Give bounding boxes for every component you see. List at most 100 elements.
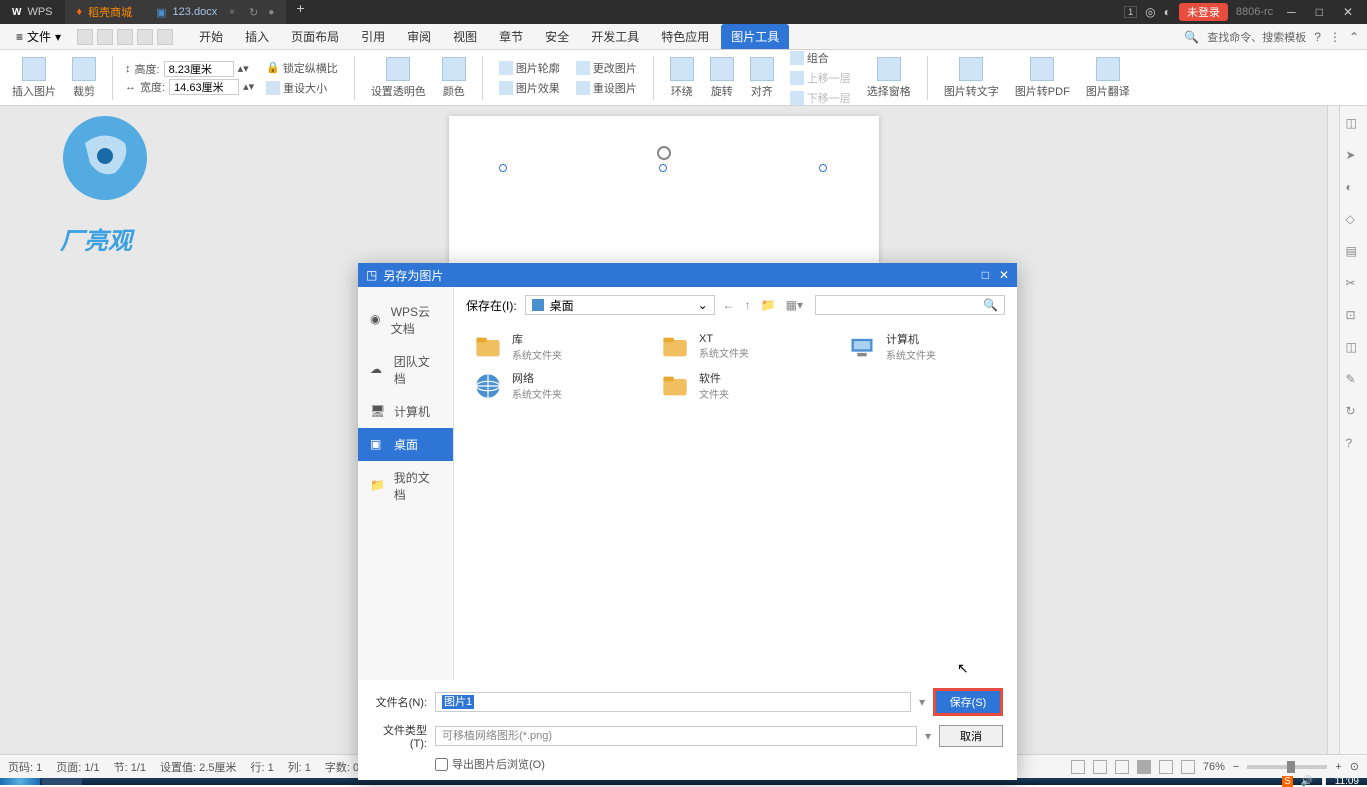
filetype-dropdown-icon[interactable]: ▾ [925,729,931,743]
filename-dropdown-icon[interactable]: ▾ [919,695,925,709]
minimize-icon[interactable]: ─ [1281,5,1302,19]
filetype-dropdown[interactable]: 可移植网络图形(*.png) [435,726,917,746]
rotate-group[interactable]: 旋转 [706,57,738,99]
doc-tab[interactable]: ▣ 123.docx × ↻ ● [144,0,286,24]
layout-icon[interactable] [1137,760,1151,774]
status-page[interactable]: 页码: 1 [8,759,42,775]
web-view-icon[interactable] [1181,760,1195,774]
search-hint[interactable]: 查找命令、搜索模板 [1207,29,1306,45]
folder-software[interactable]: 软件文件夹 [657,368,814,403]
up-icon[interactable]: ↑ [745,298,751,312]
image-icon[interactable]: ◫ [1346,340,1362,356]
rotate-handle[interactable] [657,146,671,160]
tab-layout[interactable]: 页面布局 [281,24,349,49]
daoke-tab[interactable]: ♦ 稻壳商城 [65,0,145,24]
help-icon[interactable]: ? [1314,30,1321,44]
task-pane-icon[interactable]: ◫ [1346,116,1362,132]
view-icon[interactable]: ▦▾ [786,298,803,312]
skin-icon[interactable]: ◐ [1164,5,1171,19]
selection-handle[interactable] [819,164,827,172]
transparency-group[interactable]: 设置透明色 [367,57,430,99]
outline-button[interactable]: 图片轮廓 [495,58,564,78]
tab-add-button[interactable]: + [286,0,314,24]
height-input[interactable] [164,61,234,77]
print-icon[interactable] [97,29,113,45]
badge-icon[interactable]: 1 [1124,6,1137,18]
zoom-level[interactable]: 76% [1203,761,1225,773]
maximize-dialog-icon[interactable]: □ [982,268,989,282]
search-icon[interactable]: 🔍 [1184,30,1199,44]
tab-close-icon[interactable]: × [229,7,235,18]
close-dialog-icon[interactable]: ✕ [999,268,1009,282]
history-icon[interactable]: ↻ [1346,404,1362,420]
select-pane-group[interactable]: 选择窗格 [863,57,915,99]
checkbox-input[interactable] [435,758,448,771]
edit-icon[interactable] [1115,760,1129,774]
clip-icon[interactable]: ✂ [1346,276,1362,292]
tools-icon[interactable]: ✎ [1346,372,1362,388]
outline-view-icon[interactable] [1159,760,1173,774]
close-icon[interactable]: ✕ [1337,5,1359,19]
width-input[interactable] [169,79,239,95]
sidebar-cloud[interactable]: ◉WPS云文档 [358,295,453,345]
effect-button[interactable]: 图片效果 [495,78,564,98]
insert-image-group[interactable]: 插入图片 [8,57,60,99]
outline-icon[interactable]: ▤ [1346,244,1362,260]
selection-handle[interactable] [659,164,667,172]
nav-icon[interactable]: ⊡ [1346,308,1362,324]
move-up-button[interactable]: 上移一层 [786,68,855,88]
filename-input[interactable]: 图片1 [435,692,911,712]
move-down-button[interactable]: 下移一层 [786,88,855,108]
location-dropdown[interactable]: 桌面 ⌄ [525,295,715,315]
shapes-icon[interactable]: ◇ [1346,212,1362,228]
to-text-group[interactable]: 图片转文字 [940,57,1003,99]
dialog-header[interactable]: ◳ 另存为图片 □ ✕ [358,263,1017,287]
folder-network[interactable]: 网络系统文件夹 [470,368,627,403]
status-pages[interactable]: 页面: 1/1 [56,759,99,775]
align-group[interactable]: 对齐 [746,57,778,99]
zoom-slider[interactable] [1247,765,1327,769]
tab-devtools[interactable]: 开发工具 [581,24,649,49]
zoom-out-icon[interactable]: − [1233,761,1239,773]
collapse-icon[interactable]: ⌃ [1349,30,1359,44]
tab-pin-icon[interactable]: ● [268,7,274,18]
network-icon[interactable]: ▮ [1321,776,1327,787]
zoom-in-icon[interactable]: + [1335,761,1341,773]
sidebar-computer[interactable]: 🖥计算机 [358,395,453,428]
tab-start[interactable]: 开始 [189,24,233,49]
fullscreen-icon[interactable] [1071,760,1085,774]
wps-tab[interactable]: W WPS [0,0,65,24]
taskbar-time[interactable]: 11:09 [1335,776,1359,787]
style-icon[interactable]: ◐ [1346,180,1362,196]
tab-refresh-icon[interactable]: ↻ [249,6,258,19]
folder-library[interactable]: 库系统文件夹 [470,329,627,364]
cancel-button[interactable]: 取消 [939,725,1003,747]
undo-icon[interactable] [137,29,153,45]
group-button[interactable]: 组合 [786,48,855,68]
cloud-icon[interactable]: ◎ [1145,5,1155,19]
tab-image-tools[interactable]: 图片工具 [721,24,789,49]
color-group[interactable]: 颜色 [438,57,470,99]
lock-ratio-button[interactable]: 🔒锁定纵横比 [262,58,342,78]
help-icon[interactable]: ? [1346,436,1362,452]
tab-view[interactable]: 视图 [443,24,487,49]
tab-insert[interactable]: 插入 [235,24,279,49]
change-image-button[interactable]: 更改图片 [572,58,641,78]
crop-group[interactable]: 裁剪 [68,57,100,99]
translate-group[interactable]: 图片翻译 [1082,57,1134,99]
tab-section[interactable]: 章节 [489,24,533,49]
read-icon[interactable] [1093,760,1107,774]
location-search[interactable]: 🔍 [815,295,1005,315]
reset-size-button[interactable]: 重设大小 [262,78,342,98]
login-button[interactable]: 未登录 [1179,3,1228,21]
settings-icon[interactable]: ⊙ [1350,760,1359,773]
tab-special[interactable]: 特色应用 [651,24,719,49]
menu-file-button[interactable]: ≡ 文件 ▾ [8,28,69,45]
tab-security[interactable]: 安全 [535,24,579,49]
start-button[interactable] [0,778,40,785]
stepper-icon[interactable]: ▴▾ [238,62,249,75]
export-preview-checkbox[interactable]: 导出图片后浏览(O) [435,756,1003,772]
save-button[interactable]: 保存(S) [936,691,1000,713]
reset-image-button[interactable]: 重设图片 [572,78,641,98]
wrap-group[interactable]: 环绕 [666,57,698,99]
